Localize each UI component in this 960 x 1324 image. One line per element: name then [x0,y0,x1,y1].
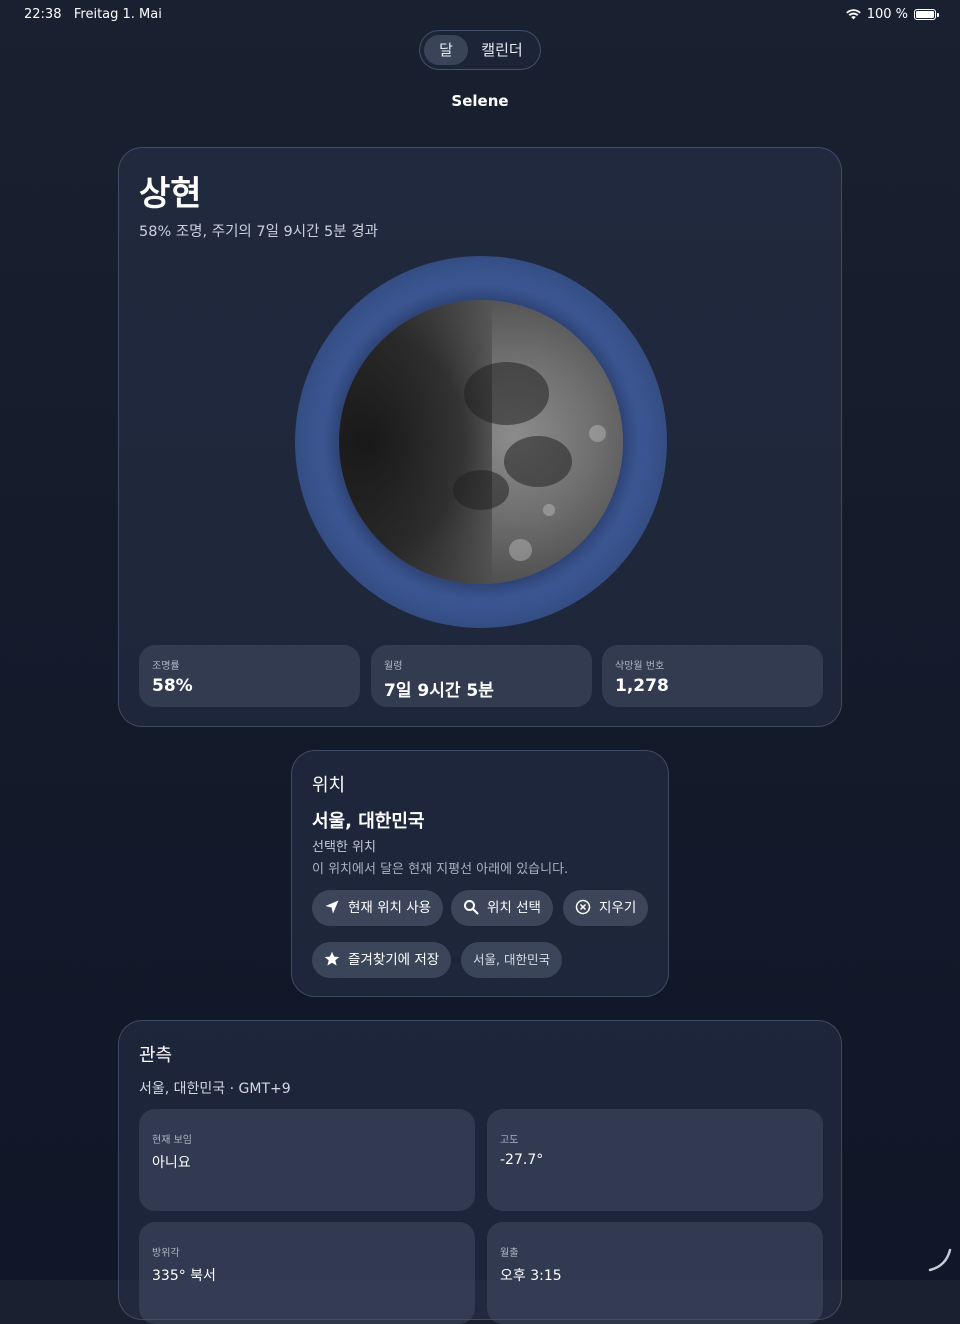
wifi-icon [845,9,861,20]
location-city: 서울, 대한민국 [312,811,425,832]
location-title: 위치 [312,775,346,796]
button-label: 지우기 [599,900,637,916]
choose-location-button[interactable]: 위치 선택 [451,890,553,926]
stat-lunation-number: 삭망월 번호 1,278 [602,645,823,707]
tab-calendar[interactable]: 캘린더 [476,35,528,65]
location-arrow-icon [325,900,339,914]
cell-label: 월출 [500,1248,519,1259]
stat-illumination: 조명률 58% [139,645,360,707]
app-title: Selene [451,92,509,110]
cell-value: 335° 북서 [152,1268,216,1284]
location-card: 위치 서울, 대한민국 선택한 위치 이 위치에서 달은 현재 지평선 아래에 … [291,750,669,997]
observation-title: 관측 [139,1045,173,1066]
phase-name: 상현 [139,174,202,214]
close-circle-icon [575,899,591,915]
status-bar-right: 100 % [845,7,939,22]
stat-value: 7일 9시간 5분 [384,681,494,701]
clear-location-button[interactable]: 지우기 [563,890,649,926]
observation-visible-now: 현재 보임 아니요 [139,1109,475,1211]
moon-image [339,300,623,584]
stat-value: 58% [152,676,193,696]
status-date: Freitag 1. Mai [73,7,162,22]
phase-summary: 58% 조명, 주기의 7일 9시간 5분 경과 [139,224,378,240]
save-favorite-button[interactable]: 즐겨찾기에 저장 [312,942,452,978]
cell-label: 고도 [500,1135,519,1146]
location-selected-label: 선택한 위치 [312,840,376,855]
moon-phase-card: 상현 58% 조명, 주기의 7일 9시간 5분 경과 조명률 58% 월령 7… [118,147,842,727]
status-bar-left: 22:38 Freitag 1. Mai [24,7,162,22]
observation-subtitle: 서울, 대한민국 · GMT+9 [139,1081,291,1097]
observation-card: 관측 서울, 대한민국 · GMT+9 현재 보임 아니요 고도 -27.7° … [118,1020,842,1324]
button-label: 즐겨찾기에 저장 [348,952,440,968]
cell-value: 아니요 [152,1155,191,1171]
observation-moonrise: 월출 오후 3:15 [487,1222,823,1324]
cell-label: 현재 보임 [152,1135,192,1146]
resize-handle-icon[interactable] [926,1246,954,1274]
cell-label: 방위각 [152,1248,180,1259]
cell-value: 오후 3:15 [500,1268,562,1284]
cell-value: -27.7° [500,1152,544,1168]
location-note: 이 위치에서 달은 현재 지평선 아래에 있습니다. [312,862,569,877]
use-current-location-button[interactable]: 현재 위치 사용 [312,890,444,926]
stat-label: 월령 [384,661,403,672]
battery-icon [914,9,939,20]
status-time: 22:38 [24,7,62,22]
button-label: 위치 선택 [487,900,541,916]
star-icon [324,951,340,966]
stat-value: 1,278 [615,676,669,696]
battery-percent: 100 % [866,7,908,22]
search-icon [464,900,479,915]
tab-moon[interactable]: 달 [424,35,468,65]
view-switcher: 달 캘린더 [419,30,541,70]
stat-label: 조명률 [152,661,180,672]
observation-altitude: 고도 -27.7° [487,1109,823,1211]
stat-label: 삭망월 번호 [615,661,665,672]
button-label: 현재 위치 사용 [348,900,432,916]
favorite-location-chip[interactable]: 서울, 대한민국 [461,942,562,978]
observation-azimuth: 방위각 335° 북서 [139,1222,475,1324]
stat-moon-age: 월령 7일 9시간 5분 [371,645,592,707]
